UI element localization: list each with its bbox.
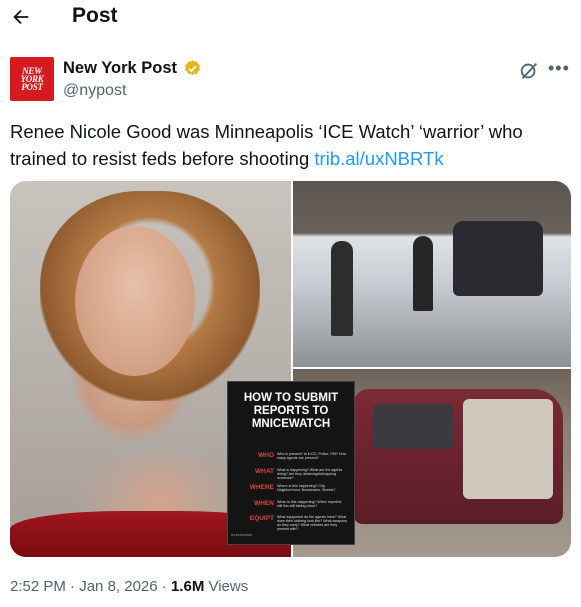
card-footer: mnicewatch: [231, 532, 253, 537]
meta-separator: ·: [157, 578, 171, 595]
photo-agent: [331, 241, 353, 336]
card-title-line: HOW TO SUBMIT: [243, 392, 339, 404]
more-icon[interactable]: •••: [548, 58, 570, 79]
back-arrow-icon[interactable]: [10, 6, 32, 28]
card-title-line: REPORTS TO: [253, 405, 329, 417]
page-title: Post: [72, 4, 118, 27]
card-title-line: MNICEWATCH: [251, 418, 331, 430]
card-row-key: WHERE: [249, 484, 274, 491]
post-date[interactable]: Jan 8, 2026: [79, 578, 157, 595]
top-bar: Post: [0, 0, 581, 36]
avatar[interactable]: NEW YORK POST: [10, 57, 54, 101]
photo-car-door: [463, 399, 553, 499]
post-text: Renee Nicole Good was Minneapolis ‘ICE W…: [10, 118, 570, 172]
post-meta: 2:52 PM · Jan 8, 2026 · 1.6M Views: [10, 578, 248, 595]
views-label: Views: [204, 578, 249, 595]
card-row-key: WHO: [258, 452, 274, 459]
post-body: Renee Nicole Good was Minneapolis ‘ICE W…: [10, 121, 523, 169]
post-time[interactable]: 2:52 PM: [10, 578, 66, 595]
avatar-line: POST: [21, 82, 43, 92]
card-row-key: EQUIPT: [249, 515, 274, 522]
card-row-key: WHAT: [254, 468, 274, 475]
card-row-key: WHEN: [254, 500, 274, 507]
card-row-text: What is happening? What are the agents d…: [277, 468, 343, 480]
card-row-text: Who is present? Is it ICE, Police, FBI? …: [277, 452, 347, 460]
views-count: 1.6M: [170, 578, 205, 595]
photo-face: [75, 226, 195, 376]
verified-badge-icon[interactable]: [183, 59, 202, 78]
author-name[interactable]: New York Post: [63, 59, 177, 78]
author-handle[interactable]: @nypost: [63, 82, 126, 100]
street-scene-photo[interactable]: [293, 181, 571, 367]
card-row-text: Where is this happening? City, Neighborh…: [277, 484, 336, 492]
post-media[interactable]: HOW TO SUBMIT REPORTS TO MNICEWATCH WHO …: [10, 181, 571, 557]
report-info-card: HOW TO SUBMIT REPORTS TO MNICEWATCH WHO …: [227, 381, 355, 545]
meta-separator: ·: [65, 578, 80, 595]
photo-agent: [413, 236, 433, 311]
card-title: HOW TO SUBMIT REPORTS TO MNICEWATCH: [228, 392, 354, 431]
card-row-text: What equipment do the agents have? What …: [277, 515, 347, 531]
photo-car-window: [373, 404, 453, 449]
photo-suv: [453, 221, 543, 296]
card-row-text: When is this happening? When reported, s…: [277, 500, 343, 508]
post-link[interactable]: trib.al/uxNBRTk: [314, 148, 443, 169]
grok-icon[interactable]: [518, 60, 540, 82]
